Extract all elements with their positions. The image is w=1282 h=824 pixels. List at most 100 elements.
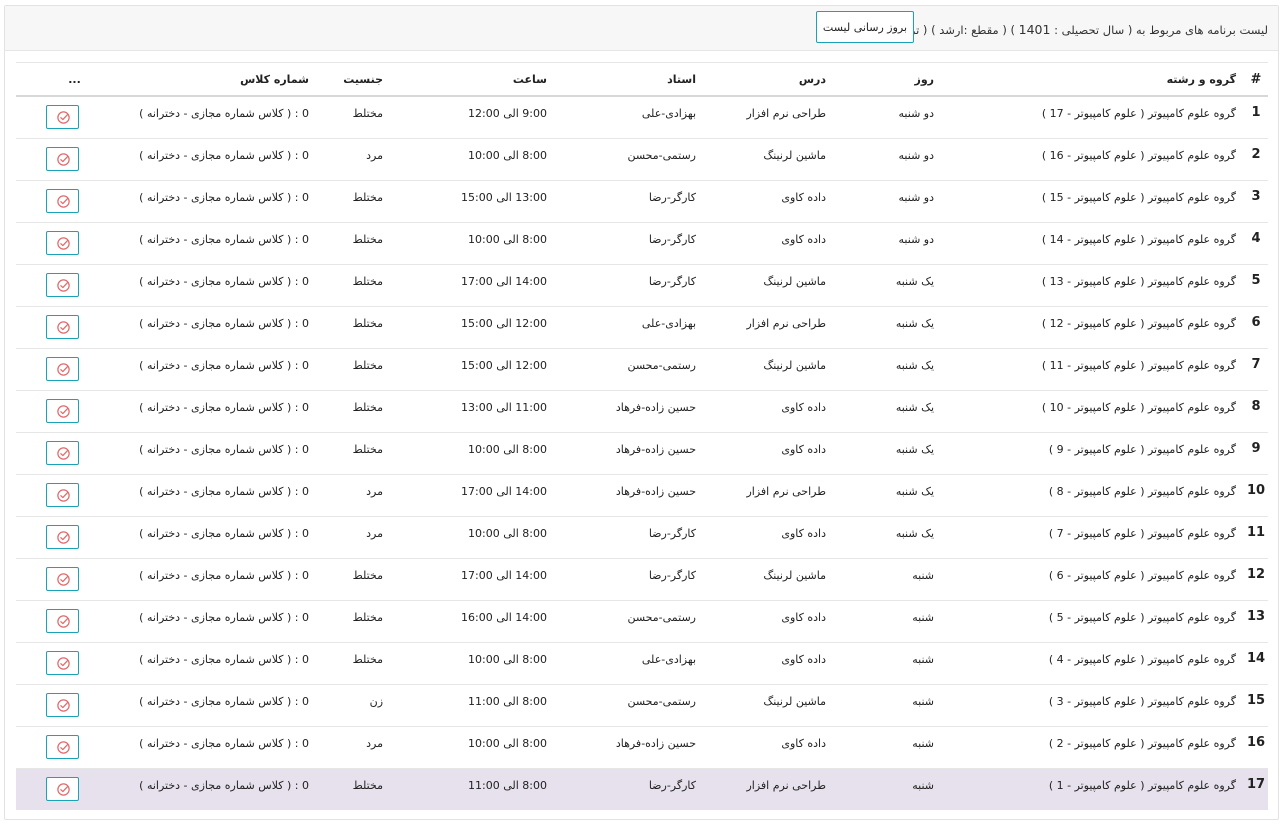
row-class: 0 : ( کلاس شماره مجازی - دخترانه ): [133, 641, 309, 684]
select-row-button[interactable]: [46, 188, 79, 213]
select-row-button[interactable]: [46, 105, 79, 129]
select-row-button[interactable]: [46, 314, 79, 339]
check-circle-icon: [57, 236, 70, 250]
col-header-number: #: [1244, 62, 1268, 97]
row-professor: حسین زاده-فرهاد: [547, 389, 696, 432]
row-time-text: 8:00 الی 11:00: [468, 694, 547, 708]
table-row[interactable]: 13 گروه علوم کامپیوتر ( علوم کامپیوتر - …: [16, 599, 1268, 642]
select-row-button[interactable]: [46, 146, 79, 171]
table-row[interactable]: 10 گروه علوم کامپیوتر ( علوم کامپیوتر - …: [16, 473, 1268, 516]
table-row[interactable]: 16 گروه علوم کامپیوتر ( علوم کامپیوتر - …: [16, 725, 1268, 768]
table-row[interactable]: 14 گروه علوم کامپیوتر ( علوم کامپیوتر - …: [16, 641, 1268, 684]
row-class: 0 : ( کلاس شماره مجازی - دخترانه ): [133, 557, 309, 600]
select-row-button[interactable]: [46, 776, 79, 801]
col-header-day[interactable]: روز: [826, 62, 934, 97]
row-actions: [16, 347, 133, 390]
row-professor: کارگر-رضا: [547, 221, 696, 264]
select-row-button[interactable]: [46, 524, 79, 549]
row-time: 11:00 الی 13:00: [397, 389, 547, 432]
row-time-text: 12:00 الی 15:00: [461, 358, 547, 372]
col-header-time[interactable]: ساعت: [397, 62, 547, 97]
col-header-professor[interactable]: استاد: [547, 62, 696, 97]
row-lesson: داده کاوی: [696, 179, 826, 222]
select-row-button[interactable]: [46, 650, 79, 675]
row-lesson: داده کاوی: [696, 515, 826, 558]
row-number: 8: [1244, 389, 1268, 432]
select-row-button[interactable]: [46, 356, 79, 381]
table-row[interactable]: 2 گروه علوم کامپیوتر ( علوم کامپیوتر - 1…: [16, 137, 1268, 180]
row-time-text: 12:00 الی 15:00: [461, 316, 547, 330]
row-gender: مختلط: [309, 557, 397, 600]
row-group: گروه علوم کامپیوتر ( علوم کامپیوتر - 14 …: [934, 221, 1244, 264]
row-group: گروه علوم کامپیوتر ( علوم کامپیوتر - 1 ): [934, 767, 1244, 810]
row-time-text: 8:00 الی 10:00: [468, 148, 547, 162]
row-class: 0 : ( کلاس شماره مجازی - دخترانه ): [133, 221, 309, 264]
row-day: دو شنبه: [826, 137, 934, 180]
col-header-group[interactable]: گروه و رشته: [934, 62, 1244, 97]
table-row[interactable]: 3 گروه علوم کامپیوتر ( علوم کامپیوتر - 1…: [16, 179, 1268, 222]
row-class: 0 : ( کلاس شماره مجازی - دخترانه ): [133, 263, 309, 306]
table-row[interactable]: 1 گروه علوم کامپیوتر ( علوم کامپیوتر - 1…: [16, 95, 1268, 138]
row-time-text: 8:00 الی 10:00: [468, 442, 547, 456]
row-group: گروه علوم کامپیوتر ( علوم کامپیوتر - 15 …: [934, 179, 1244, 222]
select-row-button[interactable]: [46, 692, 79, 717]
row-actions: [16, 263, 133, 306]
row-lesson: طراحی نرم افزار: [696, 473, 826, 516]
row-day: شنبه: [826, 683, 934, 726]
row-gender: مختلط: [309, 347, 397, 390]
row-number: 11: [1244, 515, 1268, 558]
row-number: 4: [1244, 221, 1268, 264]
row-group: گروه علوم کامپیوتر ( علوم کامپیوتر - 4 ): [934, 641, 1244, 684]
table-row[interactable]: 15 گروه علوم کامپیوتر ( علوم کامپیوتر - …: [16, 683, 1268, 726]
row-day: یک شنبه: [826, 305, 934, 348]
select-row-button[interactable]: [46, 272, 79, 297]
col-header-gender[interactable]: جنسیت: [309, 62, 397, 97]
row-professor: رستمی-محسن: [547, 599, 696, 642]
table-row[interactable]: 17 گروه علوم کامپیوتر ( علوم کامپیوتر - …: [16, 767, 1268, 810]
row-day: شنبه: [826, 557, 934, 600]
select-row-button[interactable]: [46, 440, 79, 465]
row-class: 0 : ( کلاس شماره مجازی - دخترانه ): [133, 515, 309, 558]
row-professor: حسین زاده-فرهاد: [547, 473, 696, 516]
row-day: یک شنبه: [826, 515, 934, 558]
row-time: 8:00 الی 10:00: [397, 641, 547, 684]
table-row[interactable]: 6 گروه علوم کامپیوتر ( علوم کامپیوتر - 1…: [16, 305, 1268, 348]
check-circle-icon: [57, 404, 70, 418]
table-row[interactable]: 11 گروه علوم کامپیوتر ( علوم کامپیوتر - …: [16, 515, 1268, 558]
select-row-button[interactable]: [46, 566, 79, 591]
title-prefix: لیست برنامه های مربوط به ( سال تحصیلی :: [1054, 23, 1268, 37]
row-gender: مختلط: [309, 95, 397, 138]
row-time-text: 8:00 الی 10:00: [468, 652, 547, 666]
col-header-lesson[interactable]: درس: [696, 62, 826, 97]
select-row-button[interactable]: [46, 398, 79, 423]
row-number: 1: [1244, 95, 1268, 138]
row-time: 8:00 الی 10:00: [397, 221, 547, 264]
row-lesson: داده کاوی: [696, 725, 826, 768]
col-header-class[interactable]: شماره کلاس: [133, 62, 309, 97]
select-row-button[interactable]: [46, 608, 79, 633]
row-group: گروه علوم کامپیوتر ( علوم کامپیوتر - 2 ): [934, 725, 1244, 768]
table-row[interactable]: 9 گروه علوم کامپیوتر ( علوم کامپیوتر - 9…: [16, 431, 1268, 474]
row-time-text: 14:00 الی 17:00: [461, 484, 547, 498]
table-row[interactable]: 12 گروه علوم کامپیوتر ( علوم کامپیوتر - …: [16, 557, 1268, 600]
row-gender: مختلط: [309, 305, 397, 348]
row-time-text: 8:00 الی 10:00: [468, 232, 547, 246]
row-day: یک شنبه: [826, 473, 934, 516]
select-row-button[interactable]: [46, 482, 79, 507]
row-day: دو شنبه: [826, 179, 934, 222]
select-row-button[interactable]: [46, 734, 79, 759]
table-row[interactable]: 8 گروه علوم کامپیوتر ( علوم کامپیوتر - 1…: [16, 389, 1268, 432]
row-class: 0 : ( کلاس شماره مجازی - دخترانه ): [133, 347, 309, 390]
row-professor: کارگر-رضا: [547, 557, 696, 600]
table-row[interactable]: 5 گروه علوم کامپیوتر ( علوم کامپیوتر - 1…: [16, 263, 1268, 306]
row-gender: مختلط: [309, 179, 397, 222]
table-row[interactable]: 4 گروه علوم کامپیوتر ( علوم کامپیوتر - 1…: [16, 221, 1268, 264]
row-actions: [16, 221, 133, 264]
table-row[interactable]: 7 گروه علوم کامپیوتر ( علوم کامپیوتر - 1…: [16, 347, 1268, 390]
select-row-button[interactable]: [46, 230, 79, 255]
row-group: گروه علوم کامپیوتر ( علوم کامپیوتر - 16 …: [934, 137, 1244, 180]
row-actions: [16, 641, 133, 684]
col-header-actions: ...: [16, 62, 133, 97]
check-circle-icon: [57, 152, 70, 166]
refresh-list-button[interactable]: بروز رسانی لیست: [816, 11, 914, 43]
